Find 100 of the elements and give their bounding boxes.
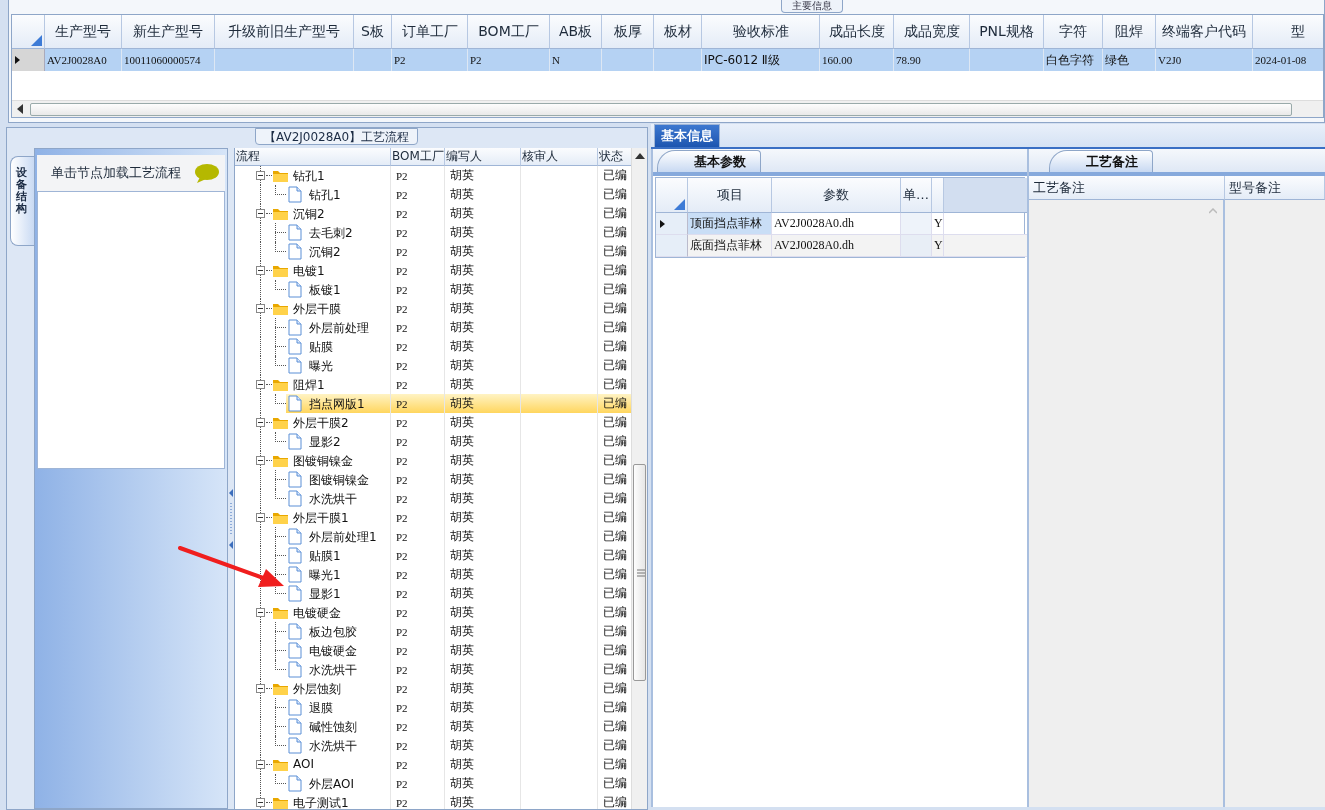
table-cell: P2	[391, 565, 445, 584]
document-icon	[286, 490, 303, 507]
side-tab[interactable]: 设备结构	[10, 156, 34, 246]
document-icon	[286, 699, 303, 716]
column-header[interactable]: 板厚	[602, 15, 654, 49]
column-header[interactable]: 流程	[235, 148, 391, 166]
sort-corner-icon	[31, 35, 42, 46]
column-header[interactable]: 升级前旧生产型号	[215, 15, 354, 49]
column-header[interactable]: 项目	[688, 178, 772, 213]
table-cell: P2	[391, 261, 445, 280]
column-header[interactable]: AB板	[550, 15, 602, 49]
table-cell: P2	[391, 774, 445, 793]
collapse-icon[interactable]	[256, 608, 265, 617]
splitter-handle[interactable]	[228, 488, 234, 549]
document-icon	[286, 281, 303, 298]
table-cell: N	[550, 49, 602, 71]
table-cell: 胡英	[445, 622, 521, 641]
table-cell: P2	[391, 242, 445, 261]
table-cell: 胡英	[445, 603, 521, 622]
collapse-icon[interactable]	[256, 760, 265, 769]
collapse-icon[interactable]	[256, 209, 265, 218]
tree-node-label: 电镀1	[293, 263, 325, 280]
tab[interactable]: 工艺备注	[1049, 150, 1153, 172]
tree-node-label: 图镀铜镍金	[293, 453, 353, 470]
column-header[interactable]: 验收标准	[702, 15, 820, 49]
column-header[interactable]: BOM工厂	[468, 15, 550, 49]
tab[interactable]: 基本参数	[657, 150, 761, 172]
tree-node-label: 板镀1	[309, 282, 341, 299]
table-row[interactable]: 底面挡点菲林 AV2J0028A0.dh Y	[656, 235, 1024, 257]
tree-node-label: 曝光1	[309, 567, 341, 584]
table-cell: P2	[391, 641, 445, 660]
column-header[interactable]: 单…	[901, 178, 932, 213]
table-cell: 胡英	[445, 261, 521, 280]
column-header[interactable]: 工艺备注	[1029, 176, 1225, 200]
collapse-icon[interactable]	[256, 513, 265, 522]
collapse-icon[interactable]	[256, 266, 265, 275]
column-header[interactable]: PNL规格	[970, 15, 1044, 49]
tree-node-label: 显影1	[309, 586, 341, 603]
tree-row[interactable]: 挡点网版1 P2 胡英 已编	[235, 394, 632, 413]
table-cell: 胡英	[445, 736, 521, 755]
column-header[interactable]: 板材	[654, 15, 702, 49]
collapse-icon[interactable]	[256, 798, 265, 807]
tree-node-label: 外层前处理1	[309, 529, 377, 546]
table-cell: P2	[391, 660, 445, 679]
column-header[interactable]: 成品宽度	[894, 15, 970, 49]
table-cell: P2	[391, 318, 445, 337]
column-header[interactable]: 生产型号	[45, 15, 122, 49]
table-row[interactable]: AV2J0028A0 10011060000574 P2 P2 N IPC-6012 Ⅱ级 160.00 78.90 白色字符 绿色 V2J0 2024-01-08	[12, 49, 1323, 71]
tree-node-label: 钻孔1	[293, 168, 325, 185]
column-header[interactable]: 新生产型号	[122, 15, 215, 49]
collapse-icon[interactable]	[256, 684, 265, 693]
row-pointer-icon	[660, 219, 665, 228]
table-cell: 胡英	[445, 584, 521, 603]
column-header[interactable]: S板	[354, 15, 392, 49]
tree-node-label: 沉铜2	[309, 244, 341, 261]
tree-node-label: 板边包胶	[309, 624, 357, 641]
horizontal-scrollbar[interactable]	[12, 100, 1323, 117]
collapse-icon[interactable]	[256, 456, 265, 465]
document-icon	[286, 471, 303, 488]
tab[interactable]: 基本信息	[654, 124, 720, 147]
collapse-icon[interactable]	[256, 418, 265, 427]
collapse-icon[interactable]	[256, 380, 265, 389]
column-header[interactable]: 终端客户代码	[1156, 15, 1253, 49]
column-header[interactable]: 编写人	[445, 148, 521, 166]
document-icon	[286, 528, 303, 545]
column-header[interactable]: 参数	[772, 178, 901, 213]
scroll-up-icon[interactable]	[635, 153, 645, 159]
table-cell: P2	[391, 432, 445, 451]
column-header[interactable]: 订单工厂	[392, 15, 468, 49]
table-cell: 胡英	[445, 432, 521, 451]
table-cell: 已编	[598, 394, 633, 413]
table-cell: 胡英	[445, 641, 521, 660]
scroll-left-icon[interactable]	[17, 104, 23, 114]
table-cell: P2	[391, 337, 445, 356]
collapse-icon[interactable]	[256, 171, 265, 180]
table-cell: 胡英	[445, 698, 521, 717]
document-icon	[286, 775, 303, 792]
document-icon	[286, 319, 303, 336]
tree-node-label: 外层AOI	[309, 776, 354, 793]
table-cell: P2	[391, 622, 445, 641]
column-header[interactable]: 状态	[598, 148, 633, 166]
table-cell: 胡英	[445, 223, 521, 242]
table-cell: 胡英	[445, 679, 521, 698]
table-cell: P2	[391, 793, 445, 809]
column-header[interactable]: 核审人	[521, 148, 598, 166]
table-cell: 胡英	[445, 717, 521, 736]
table-cell: 胡英	[445, 660, 521, 679]
collapse-icon[interactable]	[256, 304, 265, 313]
column-header[interactable]: 阻焊	[1103, 15, 1156, 49]
column-header[interactable]: 字符	[1044, 15, 1103, 49]
column-header[interactable]: BOM工厂	[391, 148, 445, 166]
tree-node-label: 外层干膜	[293, 301, 341, 318]
column-header[interactable]: 型	[1253, 15, 1323, 49]
column-header[interactable]: 型号备注	[1225, 176, 1325, 200]
column-header[interactable]: 成品长度	[820, 15, 894, 49]
tree-node-label: 挡点网版1	[309, 396, 365, 413]
vertical-scrollbar[interactable]	[631, 148, 647, 809]
table-cell: P2	[391, 299, 445, 318]
table-cell: 胡英	[445, 413, 521, 432]
grip-icon[interactable]	[635, 569, 647, 577]
